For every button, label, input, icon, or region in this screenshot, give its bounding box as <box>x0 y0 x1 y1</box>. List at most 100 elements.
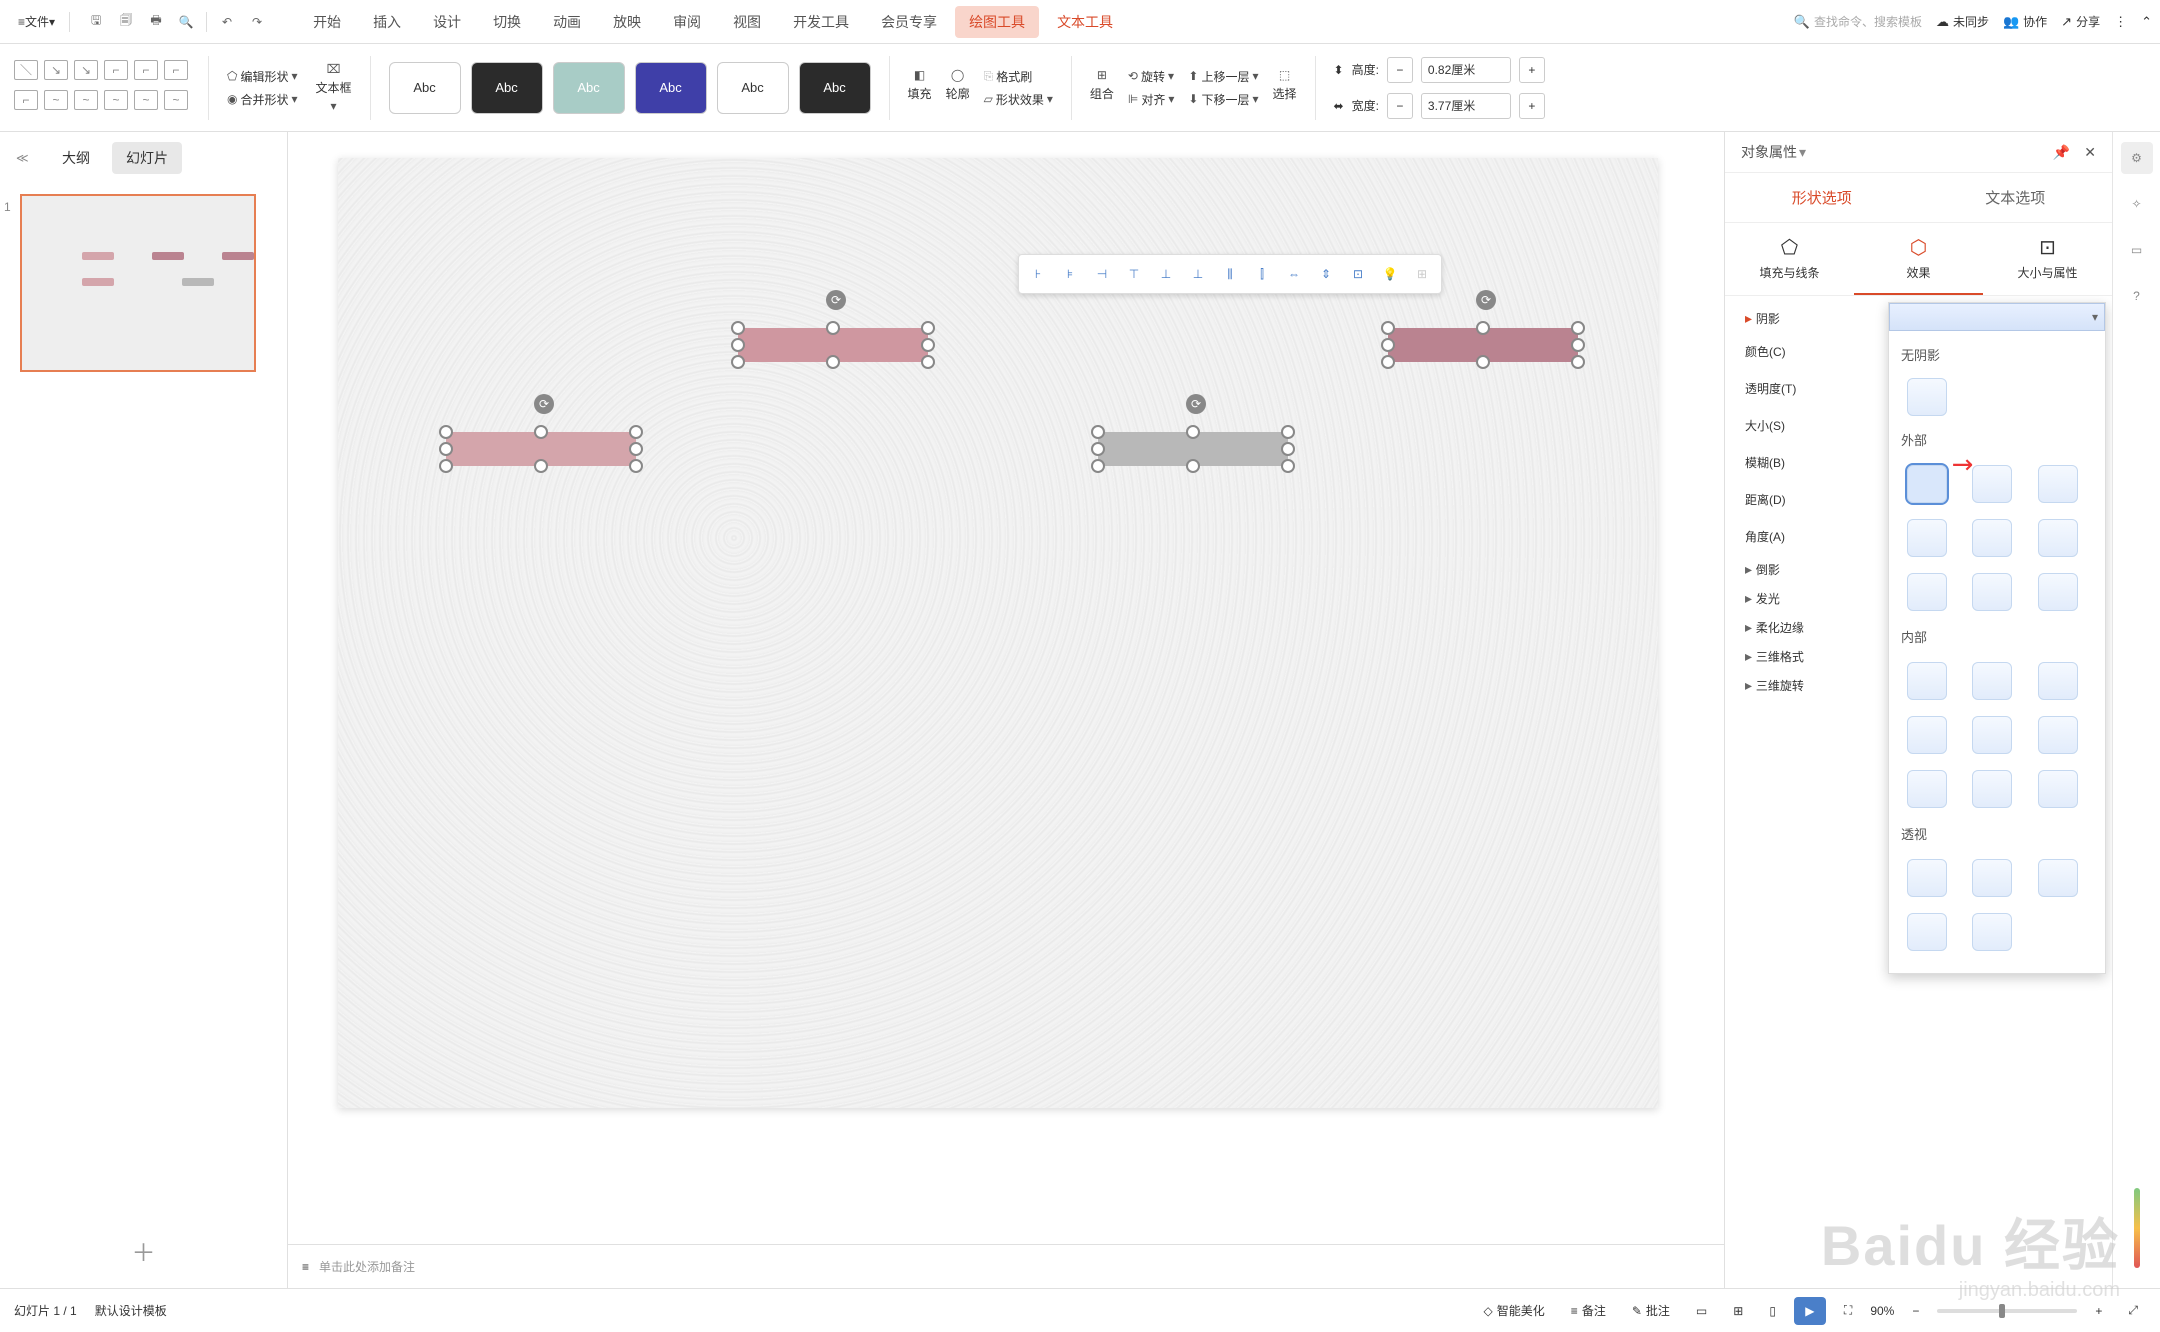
format-painter-button[interactable]: ⎘ 格式刷 <box>984 68 1053 85</box>
shape-options-tab[interactable]: 形状选项 <box>1725 173 1919 222</box>
resize-handle[interactable] <box>439 442 453 456</box>
selected-shape-3[interactable]: ⟳ <box>446 432 636 466</box>
canvas[interactable]: ⊦ ⊧ ⊣ ⊤ ⊥ ⊥ ⫼ ⫿ ⇔ ⇕ ⊡ 💡 ⊞ ⟳ <box>288 132 1724 1288</box>
align-right-icon[interactable]: ⊣ <box>1087 259 1117 289</box>
tab-member[interactable]: 会员专享 <box>867 6 951 38</box>
tab-animation[interactable]: 动画 <box>539 6 595 38</box>
inner-shadow-4[interactable] <box>1907 716 1947 754</box>
tab-design[interactable]: 设计 <box>419 6 475 38</box>
resize-handle[interactable] <box>629 459 643 473</box>
tab-slideshow[interactable]: 放映 <box>599 6 655 38</box>
style-preset-3[interactable]: Abc <box>553 62 625 114</box>
slideshow-button[interactable]: ▶ <box>1794 1297 1826 1325</box>
inner-shadow-7[interactable] <box>1907 770 1947 808</box>
align-middle-icon[interactable]: ⊥ <box>1151 259 1181 289</box>
fit-icon[interactable]: ⛶ <box>1836 1299 1860 1322</box>
rotation-handle-icon[interactable]: ⟳ <box>534 394 554 414</box>
shape-effects-button[interactable]: ▱ 形状效果 ▾ <box>984 91 1053 108</box>
selected-shape-1[interactable]: ⟳ <box>738 328 928 362</box>
outer-shadow-1[interactable] <box>1907 465 1947 503</box>
notes-button[interactable]: ≡ 备注 <box>1563 1298 1614 1323</box>
sync-status[interactable]: ☁ 未同步 <box>1936 13 1989 30</box>
send-backward-button[interactable]: ⬇ 下移一层 ▾ <box>1188 91 1258 108</box>
slide-thumbnail-1[interactable]: 1 <box>20 194 256 372</box>
resize-handle[interactable] <box>731 355 745 369</box>
save-as-icon[interactable]: 🗐 <box>112 8 140 36</box>
size-prop-subtab[interactable]: ⊡大小与属性 <box>1983 223 2112 295</box>
inner-shadow-5[interactable] <box>1972 716 2012 754</box>
curve-shape[interactable]: ~ <box>134 90 158 110</box>
curve-shape[interactable]: ~ <box>74 90 98 110</box>
perspective-shadow-1[interactable] <box>1907 859 1947 897</box>
height-dec[interactable]: − <box>1387 57 1413 83</box>
tab-transition[interactable]: 切换 <box>479 6 535 38</box>
connector-shape[interactable]: ⌐ <box>134 60 158 80</box>
outline-button[interactable]: ◯轮廓 <box>946 68 970 108</box>
curve-shape[interactable]: ~ <box>104 90 128 110</box>
curve-shape[interactable]: ~ <box>164 90 188 110</box>
align-button[interactable]: ⊫ 对齐 ▾ <box>1128 91 1175 108</box>
text-options-tab[interactable]: 文本选项 <box>1919 173 2113 222</box>
tab-text-tools[interactable]: 文本工具 <box>1043 6 1127 38</box>
more-icon[interactable]: ⋮ <box>2114 14 2127 30</box>
inner-shadow-6[interactable] <box>2038 716 2078 754</box>
height-inc[interactable]: + <box>1519 57 1545 83</box>
zoom-thumb[interactable] <box>1999 1304 2005 1318</box>
width-dec[interactable]: − <box>1387 93 1413 119</box>
print-preview-icon[interactable]: 🔍 <box>172 8 200 36</box>
resize-handle[interactable] <box>1281 459 1295 473</box>
outer-shadow-8[interactable] <box>1972 573 2012 611</box>
connector-shape[interactable]: ⌐ <box>14 90 38 110</box>
selection-pane-button[interactable]: ⬚选择 <box>1272 68 1296 108</box>
comment-button[interactable]: ✎ 批注 <box>1624 1298 1678 1323</box>
inner-shadow-8[interactable] <box>1972 770 2012 808</box>
slide[interactable]: ⊦ ⊧ ⊣ ⊤ ⊥ ⊥ ⫼ ⫿ ⇔ ⇕ ⊡ 💡 ⊞ ⟳ <box>338 158 1658 1108</box>
outer-shadow-9[interactable] <box>2038 573 2078 611</box>
selected-shape-2[interactable]: ⟳ <box>1388 328 1578 362</box>
tab-drawing-tools[interactable]: 绘图工具 <box>955 6 1039 38</box>
tab-home[interactable]: 开始 <box>299 6 355 38</box>
textbox-button[interactable]: ⌧文本框▾ <box>316 62 352 113</box>
rail-magic-icon[interactable]: ✧ <box>2121 188 2153 220</box>
resize-handle[interactable] <box>1186 459 1200 473</box>
width-inc[interactable]: + <box>1519 93 1545 119</box>
resize-handle[interactable] <box>1571 338 1585 352</box>
height-input[interactable] <box>1421 57 1511 83</box>
line-shape[interactable]: ↘ <box>44 60 68 80</box>
view-sorter-icon[interactable]: ⊞ <box>1725 1300 1751 1322</box>
zoom-in-icon[interactable]: + <box>2087 1300 2110 1322</box>
rail-help-icon[interactable]: ? <box>2121 280 2153 312</box>
outer-shadow-3[interactable] <box>2038 465 2078 503</box>
resize-handle[interactable] <box>439 425 453 439</box>
resize-handle[interactable] <box>731 321 745 335</box>
notes-bar[interactable]: ≡ 单击此处添加备注 <box>288 1244 1724 1288</box>
fill-line-subtab[interactable]: ⬠填充与线条 <box>1725 223 1854 295</box>
slides-tab[interactable]: 幻灯片 <box>112 142 182 174</box>
close-icon[interactable]: ✕ <box>2084 144 2096 161</box>
inner-shadow-2[interactable] <box>1972 662 2012 700</box>
distribute-h-icon[interactable]: ⫼ <box>1215 259 1245 289</box>
redo-icon[interactable]: ↷ <box>243 8 271 36</box>
shadow-preset-select[interactable] <box>1889 303 2105 331</box>
resize-handle[interactable] <box>731 338 745 352</box>
zoom-out-icon[interactable]: − <box>1904 1300 1927 1322</box>
tab-review[interactable]: 审阅 <box>659 6 715 38</box>
style-preset-5[interactable]: Abc <box>717 62 789 114</box>
rail-template-icon[interactable]: ▭ <box>2121 234 2153 266</box>
save-icon[interactable]: 🖫 <box>82 8 110 36</box>
connector-shape[interactable]: ⌐ <box>104 60 128 80</box>
collapse-ribbon-icon[interactable]: ⌃ <box>2141 14 2152 30</box>
print-icon[interactable]: 🖶 <box>142 8 170 36</box>
style-preset-6[interactable]: Abc <box>799 62 871 114</box>
resize-handle[interactable] <box>1571 355 1585 369</box>
style-preset-2[interactable]: Abc <box>471 62 543 114</box>
same-height-icon[interactable]: ⇕ <box>1311 259 1341 289</box>
rotate-button[interactable]: ⟲ 旋转 ▾ <box>1128 68 1175 85</box>
resize-handle[interactable] <box>921 321 935 335</box>
pin-icon[interactable]: 📌 <box>2053 144 2070 161</box>
perspective-shadow-2[interactable] <box>1972 859 2012 897</box>
fill-button[interactable]: ◧填充 <box>908 68 932 108</box>
search-box[interactable]: 🔍 查找命令、搜索模板 <box>1794 13 1922 30</box>
tab-insert[interactable]: 插入 <box>359 6 415 38</box>
rotation-handle-icon[interactable]: ⟳ <box>1476 290 1496 310</box>
